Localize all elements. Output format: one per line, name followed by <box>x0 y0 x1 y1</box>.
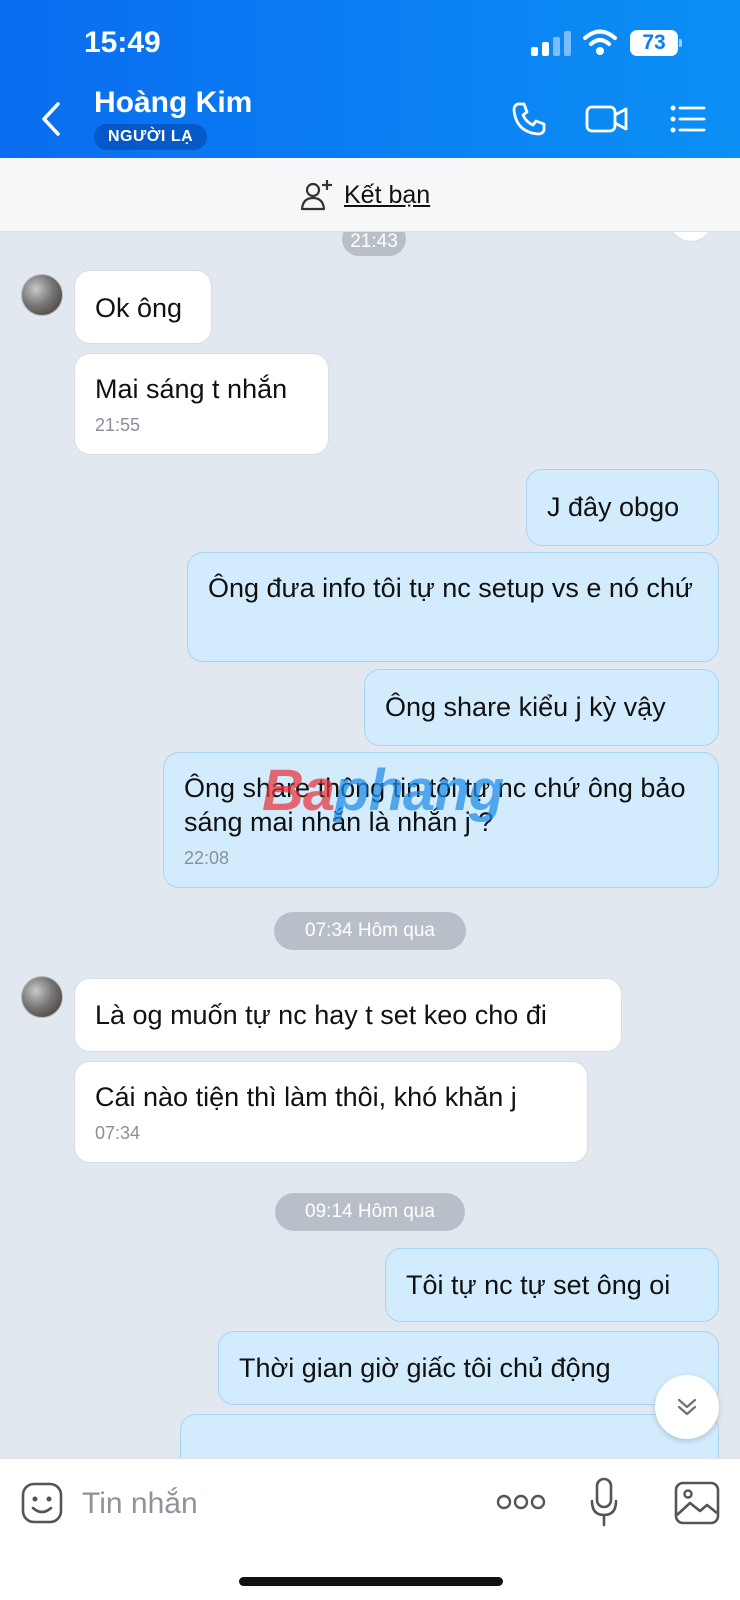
add-friend-icon <box>300 180 332 211</box>
menu-list-icon[interactable] <box>669 100 707 138</box>
message-text: Ông đưa info tôi tự nc setup vs e nó chứ <box>208 573 693 603</box>
message-bubble-outgoing[interactable]: Ông share kiểu j kỳ vậy <box>364 669 719 746</box>
date-separator: 09:14 Hôm qua <box>275 1193 465 1231</box>
avatar[interactable] <box>21 976 63 1018</box>
date-separator: 07:34 Hôm qua <box>274 912 466 950</box>
message-list[interactable]: 21:43 Ok ông Mai sáng t nhắn 21:55 J đây… <box>0 232 740 1458</box>
phone-call-icon[interactable] <box>510 100 548 138</box>
message-bubble-incoming[interactable]: Mai sáng t nhắn 21:55 <box>74 353 329 455</box>
video-call-icon[interactable] <box>585 100 629 138</box>
message-text: Là og muốn tự nc hay t set keo cho đi <box>95 1000 547 1030</box>
chevron-double-down-icon <box>677 1398 697 1416</box>
message-bubble-incoming[interactable]: Cái nào tiện thì làm thôi, khó khăn j 07… <box>74 1061 588 1163</box>
message-time: 22:08 <box>184 848 230 868</box>
battery-icon: 73 <box>630 30 682 56</box>
message-bubble-incoming[interactable]: Là og muốn tự nc hay t set keo cho đi <box>74 978 622 1052</box>
message-bubble-outgoing[interactable] <box>180 1414 719 1458</box>
cellular-signal-icon <box>531 30 573 56</box>
message-bubble-outgoing[interactable]: Thời gian giờ giấc tôi chủ động <box>218 1331 719 1405</box>
wifi-icon <box>583 29 617 55</box>
battery-level: 73 <box>630 30 678 56</box>
sticker-icon[interactable] <box>21 1482 63 1524</box>
contact-name[interactable]: Hoàng Kim <box>94 86 252 120</box>
watermark-logo: Baphang <box>262 758 504 823</box>
message-bubble-outgoing[interactable]: J đây obgo <box>526 469 719 546</box>
stranger-badge: NGƯỜI LẠ <box>94 124 208 150</box>
message-text: Ông share kiểu j kỳ vậy <box>385 692 666 722</box>
scroll-to-bottom-button[interactable] <box>655 1375 719 1439</box>
image-gallery-icon[interactable] <box>674 1481 720 1525</box>
message-text: Tôi tự nc tự set ông oi <box>406 1270 671 1300</box>
scroll-button-partial[interactable] <box>669 232 713 242</box>
back-arrow-icon[interactable] <box>36 100 66 138</box>
avatar[interactable] <box>21 274 63 316</box>
message-bubble-outgoing[interactable]: Tôi tự nc tự set ông oi <box>385 1248 719 1322</box>
chat-header: 15:49 73 Hoàng Kim NGƯỜI LẠ <box>0 0 740 158</box>
add-friend-label: Kết bạn <box>344 180 431 209</box>
add-friend-bar: Kết bạn <box>0 158 740 232</box>
home-indicator <box>239 1577 503 1586</box>
message-input[interactable]: Tin nhắn <box>82 1487 198 1521</box>
message-time: 21:55 <box>95 415 141 435</box>
time-separator: 21:43 <box>342 232 406 256</box>
more-options-icon[interactable] <box>496 1492 546 1512</box>
message-bubble-outgoing[interactable]: Ông đưa info tôi tự nc setup vs e nó chứ <box>187 552 719 662</box>
add-friend-button[interactable]: Kết bạn <box>300 176 430 214</box>
microphone-icon[interactable] <box>589 1477 619 1529</box>
message-text: J đây obgo <box>547 492 680 522</box>
message-text: Mai sáng t nhắn <box>95 374 288 404</box>
status-time: 15:49 <box>84 26 161 59</box>
message-time: 07:34 <box>95 1123 141 1143</box>
message-text: Cái nào tiện thì làm thôi, khó khăn j <box>95 1082 517 1112</box>
message-text: Ok ông <box>95 293 183 323</box>
message-text: Thời gian giờ giấc tôi chủ động <box>239 1353 611 1383</box>
message-bubble-incoming[interactable]: Ok ông <box>74 270 212 344</box>
